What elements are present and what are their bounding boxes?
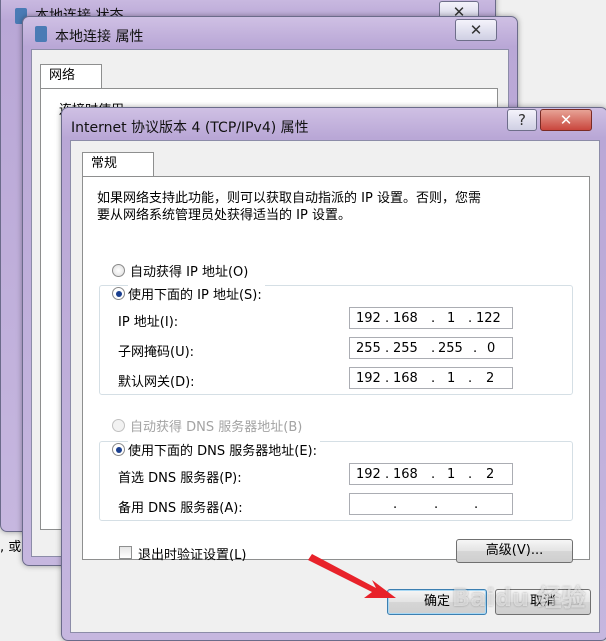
- ip-dot: .: [431, 311, 436, 326]
- ip-address-input[interactable]: 192 . 168 . 1 . 122: [349, 307, 513, 329]
- auto-ip-radio[interactable]: [112, 264, 125, 277]
- advanced-button[interactable]: 高级(V)...: [456, 539, 573, 563]
- pdns-octet-3: 1: [447, 467, 456, 482]
- ip-octet-2: 168: [393, 311, 418, 326]
- auto-dns-label[interactable]: 自动获得 DNS 服务器地址(B): [130, 416, 302, 435]
- ip-octet-1: 192: [356, 311, 381, 326]
- gateway-octet-1: 192: [356, 371, 381, 386]
- gateway-octet-4: 2: [486, 371, 495, 386]
- validate-checkbox[interactable]: [119, 546, 132, 559]
- auto-ip-label[interactable]: 自动获得 IP 地址(O): [130, 261, 248, 280]
- auto-dns-radio[interactable]: [112, 419, 125, 432]
- close-button[interactable]: ✕: [540, 109, 592, 131]
- watermark: Baidu 经验: [452, 584, 586, 612]
- properties-window-title: 本地连接 属性: [55, 29, 144, 45]
- manual-dns-label[interactable]: 使用下面的 DNS 服务器地址(E):: [128, 440, 320, 459]
- ip-dot: .: [434, 497, 439, 512]
- preferred-dns-input[interactable]: 192 . 168 . 1 . 2: [349, 463, 513, 485]
- ip-dot: .: [473, 341, 478, 356]
- left-fragment-text: , 或: [0, 540, 22, 555]
- ip-dot: .: [468, 371, 473, 386]
- ip-dot: .: [468, 311, 473, 326]
- network-adapter-icon: [35, 26, 47, 42]
- gateway-octet-2: 168: [393, 371, 418, 386]
- pdns-octet-4: 2: [486, 467, 495, 482]
- ip-dot: .: [431, 341, 436, 356]
- subnet-mask-label: 子网掩码(U):: [118, 345, 195, 360]
- tab-network[interactable]: 网络: [40, 64, 102, 89]
- alternate-dns-label: 备用 DNS 服务器(A):: [118, 501, 243, 516]
- alternate-dns-input[interactable]: . . .: [349, 493, 513, 515]
- annotation-arrow: [308, 554, 396, 598]
- ip-dot: .: [385, 311, 390, 326]
- validate-label[interactable]: 退出时验证设置(L): [138, 544, 246, 563]
- manual-dns-radio[interactable]: [112, 443, 125, 456]
- ip-dot: .: [431, 467, 436, 482]
- manual-ip-label[interactable]: 使用下面的 IP 地址(S):: [128, 284, 265, 303]
- dialog-title: Internet 协议版本 4 (TCP/IPv4) 属性: [71, 120, 309, 136]
- default-gateway-input[interactable]: 192 . 168 . 1 . 2: [349, 367, 513, 389]
- ip-dot: .: [431, 371, 436, 386]
- mask-octet-1: 255: [356, 341, 381, 356]
- ip-dot: .: [385, 371, 390, 386]
- ip-dot: .: [385, 467, 390, 482]
- ip-dot: .: [393, 497, 398, 512]
- ip-dot: .: [468, 467, 473, 482]
- default-gateway-label: 默认网关(D):: [118, 375, 195, 390]
- mask-octet-3: 255: [438, 341, 463, 356]
- ip-dot: .: [474, 497, 479, 512]
- description-line-2: 要从网络系统管理员处获得适当的 IP 设置。: [97, 208, 351, 223]
- ip-dot: .: [385, 341, 390, 356]
- mask-octet-2: 255: [393, 341, 418, 356]
- mask-octet-4: 0: [487, 341, 496, 356]
- subnet-mask-input[interactable]: 255 . 255 . 255 . 0: [349, 337, 513, 359]
- tab-general[interactable]: 常规: [82, 152, 154, 177]
- ip-address-label: IP 地址(I):: [118, 315, 179, 330]
- pdns-octet-2: 168: [393, 467, 418, 482]
- gateway-octet-3: 1: [447, 371, 456, 386]
- general-tabpage: 如果网络支持此功能，则可以获取自动指派的 IP 设置。否则，您需 要从网络系统管…: [82, 176, 590, 560]
- ip-octet-3: 1: [447, 311, 456, 326]
- properties-close-button[interactable]: ✕: [455, 19, 497, 41]
- manual-ip-radio[interactable]: [112, 287, 125, 300]
- ip-octet-4: 122: [476, 311, 501, 326]
- pdns-octet-1: 192: [356, 467, 381, 482]
- help-button[interactable]: ?: [507, 109, 537, 131]
- preferred-dns-label: 首选 DNS 服务器(P):: [118, 471, 242, 486]
